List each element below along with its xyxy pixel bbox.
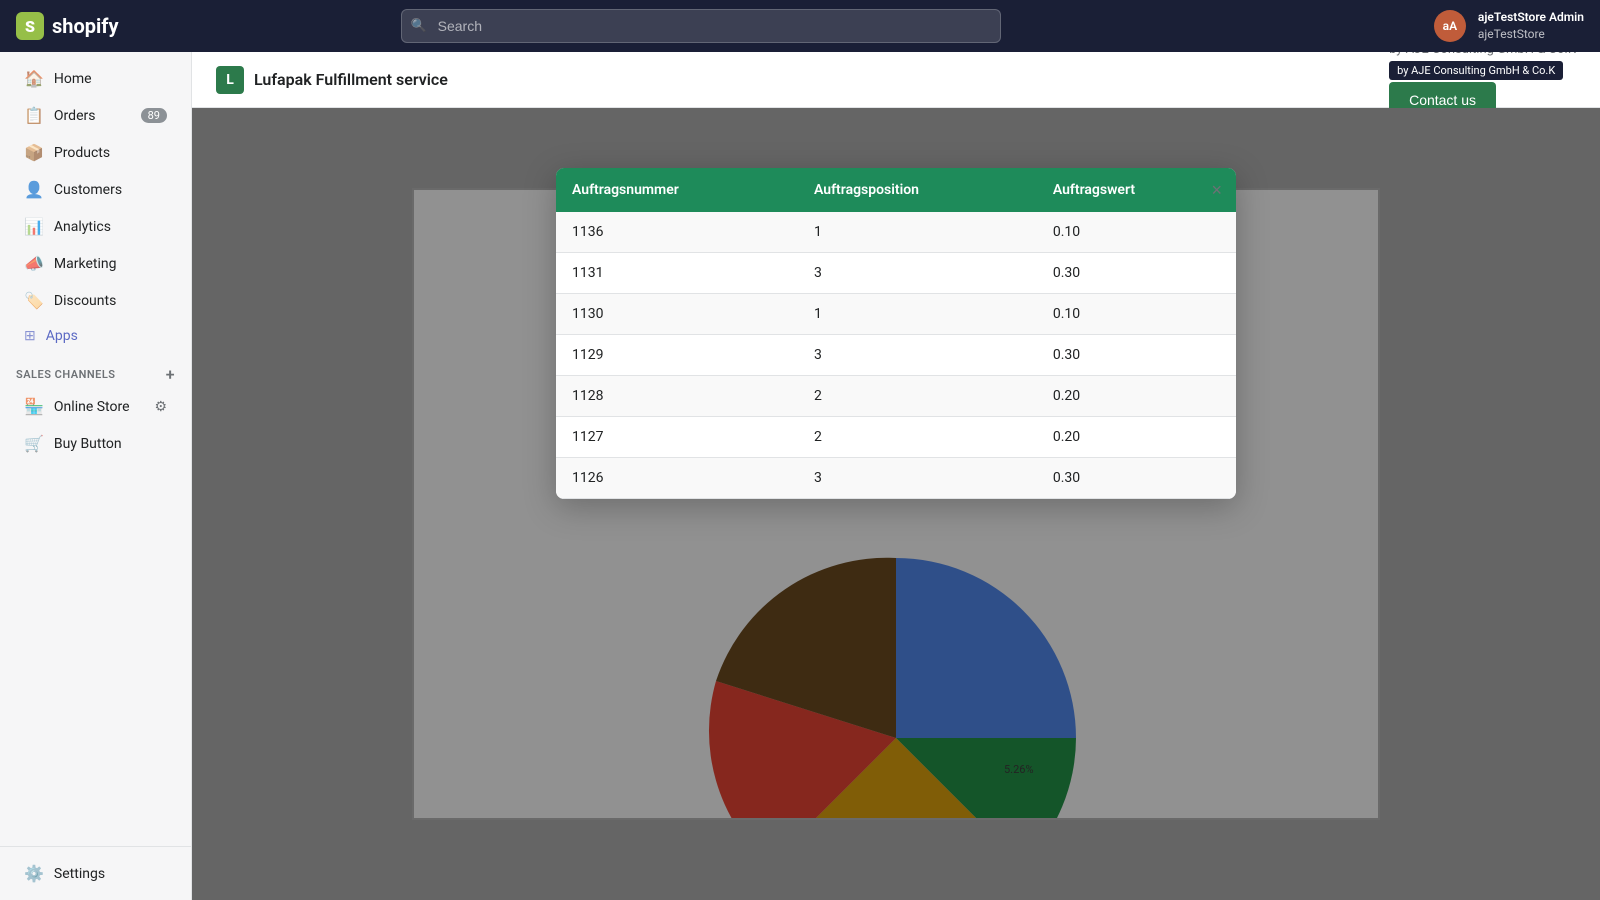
sidebar-item-analytics[interactable]: 📊 Analytics — [8, 209, 183, 244]
sidebar-item-label: Home — [54, 71, 92, 87]
sidebar-footer: ⚙️ Settings — [0, 846, 191, 892]
main-content: L Lufapak Fulfillment service by AJE Con… — [192, 52, 1600, 900]
table-row: 1128 2 0.20 — [556, 376, 1236, 417]
cell-nummer: 1128 — [556, 376, 798, 417]
cell-nummer: 1126 — [556, 458, 798, 499]
cell-nummer: 1130 — [556, 294, 798, 335]
sidebar-item-apps[interactable]: ⊞ Apps — [8, 320, 183, 352]
orders-badge: 89 — [141, 108, 167, 123]
search-input[interactable] — [401, 9, 1001, 43]
cell-wert: 0.30 — [1037, 335, 1236, 376]
cell-wert: 0.20 — [1037, 417, 1236, 458]
settings-icon: ⚙️ — [24, 864, 44, 883]
col-header-auftragswert: Auftragswert — [1037, 168, 1236, 212]
user-store: ajeTestStore — [1478, 26, 1584, 43]
table-body: 1136 1 0.10 1131 3 0.30 1130 1 0.10 1129… — [556, 212, 1236, 499]
cell-position: 1 — [798, 212, 1037, 253]
sidebar: 🏠 Home 📋 Orders 89 📦 Products 👤 Customer… — [0, 52, 192, 900]
cell-nummer: 1131 — [556, 253, 798, 294]
cell-position: 2 — [798, 376, 1037, 417]
customers-icon: 👤 — [24, 180, 44, 199]
user-name: ajeTestStore Admin — [1478, 9, 1584, 26]
home-icon: 🏠 — [24, 69, 44, 88]
sidebar-item-marketing[interactable]: 📣 Marketing — [8, 246, 183, 281]
cell-nummer: 1136 — [556, 212, 798, 253]
table-row: 1127 2 0.20 — [556, 417, 1236, 458]
sidebar-item-settings[interactable]: ⚙️ Settings — [8, 856, 183, 891]
app-header: L Lufapak Fulfillment service by AJE Con… — [192, 52, 1600, 108]
col-header-auftragsnummer: Auftragsnummer — [556, 168, 798, 212]
sales-channels-section: SALES CHANNELS + — [0, 353, 191, 388]
user-info: ajeTestStore Admin ajeTestStore — [1478, 9, 1584, 43]
logo-area[interactable]: S shopify — [16, 12, 176, 40]
analytics-icon: 📊 — [24, 217, 44, 236]
orders-table: Auftragsnummer Auftragsposition Auftrags… — [556, 168, 1236, 499]
online-store-settings-icon[interactable]: ⚙ — [154, 399, 167, 415]
sidebar-item-products[interactable]: 📦 Products — [8, 135, 183, 170]
cell-nummer: 1129 — [556, 335, 798, 376]
sidebar-item-label: Online Store — [54, 399, 130, 415]
shopify-logo-icon: S — [16, 12, 44, 40]
app-icon: L — [216, 66, 244, 94]
modal-dialog: × Auftragsnummer Auftragsposition Auftra… — [556, 168, 1236, 499]
sidebar-item-label: Marketing — [54, 256, 117, 272]
table-header-row: Auftragsnummer Auftragsposition Auftrags… — [556, 168, 1236, 212]
cell-wert: 0.30 — [1037, 458, 1236, 499]
modal-overlay: × Auftragsnummer Auftragsposition Auftra… — [192, 108, 1600, 900]
sidebar-item-home[interactable]: 🏠 Home — [8, 61, 183, 96]
cell-nummer: 1127 — [556, 417, 798, 458]
modal-close-button[interactable]: × — [1211, 180, 1222, 201]
cell-position: 3 — [798, 458, 1037, 499]
col-header-auftragsposition: Auftragsposition — [798, 168, 1037, 212]
marketing-icon: 📣 — [24, 254, 44, 273]
top-nav: S shopify aA ajeTestStore Admin ajeTestS… — [0, 0, 1600, 52]
nav-right: aA ajeTestStore Admin ajeTestStore — [1434, 9, 1584, 43]
buy-button-icon: 🛒 — [24, 434, 44, 453]
table-row: 1126 3 0.30 — [556, 458, 1236, 499]
products-icon: 📦 — [24, 143, 44, 162]
layout: 🏠 Home 📋 Orders 89 📦 Products 👤 Customer… — [0, 52, 1600, 900]
cell-wert: 0.30 — [1037, 253, 1236, 294]
cell-position: 2 — [798, 417, 1037, 458]
add-sales-channel-icon[interactable]: + — [166, 365, 175, 384]
sidebar-item-orders[interactable]: 📋 Orders 89 — [8, 98, 183, 133]
cell-position: 3 — [798, 335, 1037, 376]
sidebar-item-label: Discounts — [54, 293, 116, 309]
orders-icon: 📋 — [24, 106, 44, 125]
sidebar-item-label: Orders — [54, 108, 96, 124]
content-area: 5.26% 21.05% × Auftragsnummer Auftragspo… — [192, 108, 1600, 900]
user-avatar[interactable]: aA — [1434, 10, 1466, 42]
apps-icon: ⊞ — [24, 328, 36, 344]
table-row: 1131 3 0.30 — [556, 253, 1236, 294]
sidebar-item-discounts[interactable]: 🏷️ Discounts — [8, 283, 183, 318]
discounts-icon: 🏷️ — [24, 291, 44, 310]
by-text: by AJE Consulting GmbH & Co.K — [1389, 52, 1576, 57]
app-title: Lufapak Fulfillment service — [254, 70, 448, 89]
online-store-icon: 🏪 — [24, 397, 44, 416]
sales-channels-label: SALES CHANNELS — [16, 368, 116, 381]
search-bar-container — [401, 9, 1001, 43]
table-row: 1136 1 0.10 — [556, 212, 1236, 253]
sidebar-item-online-store[interactable]: 🏪 Online Store ⚙ — [8, 389, 183, 424]
sidebar-item-customers[interactable]: 👤 Customers — [8, 172, 183, 207]
logo-text: shopify — [52, 14, 119, 38]
sidebar-item-label: Analytics — [54, 219, 111, 235]
contact-tooltip: by AJE Consulting GmbH & Co.K — [1389, 61, 1563, 80]
cell-wert: 0.10 — [1037, 212, 1236, 253]
cell-position: 1 — [798, 294, 1037, 335]
table-row: 1129 3 0.30 — [556, 335, 1236, 376]
sidebar-item-label: Buy Button — [54, 436, 122, 452]
sidebar-item-label: Customers — [54, 182, 122, 198]
cell-wert: 0.20 — [1037, 376, 1236, 417]
cell-position: 3 — [798, 253, 1037, 294]
sidebar-item-label: Apps — [46, 328, 78, 344]
sidebar-item-buy-button[interactable]: 🛒 Buy Button — [8, 426, 183, 461]
table-row: 1130 1 0.10 — [556, 294, 1236, 335]
search-wrapper — [401, 9, 1001, 43]
sidebar-item-label: Products — [54, 145, 110, 161]
cell-wert: 0.10 — [1037, 294, 1236, 335]
sidebar-item-label: Settings — [54, 866, 105, 882]
app-title-area: L Lufapak Fulfillment service — [216, 66, 448, 94]
